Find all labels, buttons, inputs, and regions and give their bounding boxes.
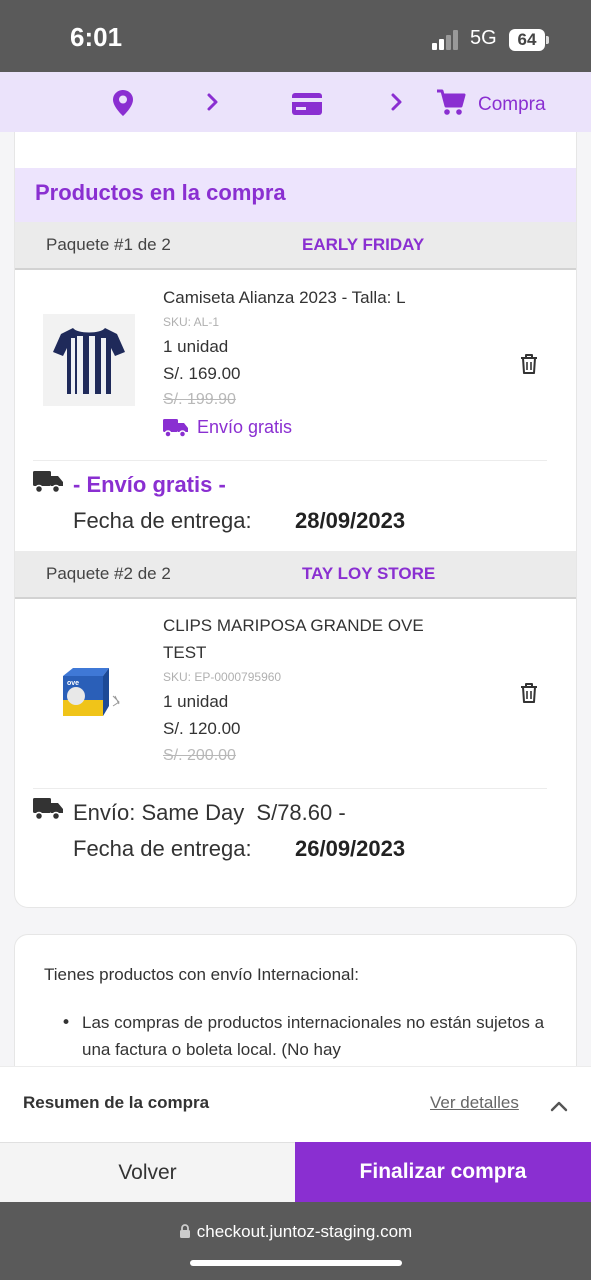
section-title: Productos en la compra: [35, 180, 286, 205]
chevron-right-icon: [390, 92, 404, 116]
status-time: 6:01: [70, 22, 123, 52]
product-price: S/. 169.00: [163, 364, 241, 383]
products-card: Productos en la compra Paquete #1 de 2 E…: [14, 132, 577, 908]
delivery-date-label: Fecha de entrega:: [73, 508, 252, 533]
truck-icon: [163, 419, 188, 438]
home-indicator: [190, 1260, 402, 1266]
finish-purchase-button[interactable]: Finalizar compra: [295, 1142, 591, 1202]
lock-icon: [179, 1224, 190, 1238]
product-name[interactable]: CLIPS MARIPOSA GRANDE OVE TEST: [163, 612, 463, 666]
package-store: TAY LOY STORE: [302, 564, 436, 583]
chevron-up-icon[interactable]: [550, 1097, 568, 1116]
bullet-dot: •: [61, 1013, 72, 1033]
signal-icon: [432, 30, 462, 50]
delivery-date: 28/09/2023: [295, 508, 406, 533]
package-store: EARLY FRIDAY: [302, 235, 425, 254]
product-sku: SKU: AL-1: [163, 315, 220, 329]
free-shipping-badge: Envío gratis: [163, 417, 292, 438]
delete-icon[interactable]: [519, 682, 539, 708]
credit-card-icon[interactable]: [292, 93, 322, 119]
checkout-stepper: Compra: [0, 72, 591, 132]
back-button[interactable]: Volver: [0, 1142, 295, 1202]
delete-icon[interactable]: [519, 353, 539, 379]
product-old-price: S/. 200.00: [163, 747, 236, 764]
package-label: Paquete #1 de 2: [46, 235, 171, 254]
browser-address-bar: checkout.juntoz-staging.com: [0, 1202, 591, 1280]
shipping-method: Envío: Same Day S/78.60 -: [73, 800, 346, 825]
product-name[interactable]: Camiseta Alianza 2023 - Talla: L: [163, 284, 463, 311]
shipping-method: - Envío gratis -: [73, 472, 226, 497]
product-quantity: 1 unidad: [163, 692, 229, 711]
truck-icon: [33, 797, 63, 825]
product-price: S/. 120.00: [163, 719, 241, 738]
product-image[interactable]: [43, 314, 135, 406]
package-label: Paquete #2 de 2: [46, 564, 171, 583]
view-details-link[interactable]: Ver detalles: [430, 1093, 519, 1113]
product-sku: SKU: EP-0000795960: [163, 670, 282, 684]
international-note: Las compras de productos internacionales…: [82, 1013, 545, 1059]
purchase-summary-bar[interactable]: Resumen de la compra Ver detalles: [0, 1066, 591, 1142]
battery-tip: [546, 36, 549, 44]
url-field[interactable]: checkout.juntoz-staging.com: [0, 1222, 591, 1242]
product-old-price: S/. 199.90: [163, 391, 236, 408]
truck-icon: [33, 470, 63, 498]
international-title: Tienes productos con envío Internacional…: [44, 965, 360, 984]
status-bar: 6:01 5G 64: [0, 0, 591, 72]
free-shipping-label: Envío gratis: [197, 417, 293, 437]
delivery-date-label: Fecha de entrega:: [73, 836, 252, 861]
location-pin-icon[interactable]: [111, 89, 135, 121]
url-text: checkout.juntoz-staging.com: [196, 1222, 413, 1241]
cart-icon[interactable]: [436, 89, 466, 121]
package-header: Paquete #2 de 2 TAY LOY STORE: [15, 551, 576, 599]
svg-text:ove: ove: [67, 680, 79, 687]
divider: [33, 460, 547, 461]
product-image[interactable]: ove: [43, 646, 135, 738]
network-type: 5G: [470, 27, 497, 49]
products-section-header: Productos en la compra: [15, 168, 576, 222]
delivery-date: 26/09/2023: [295, 836, 406, 861]
package-header: Paquete #1 de 2 EARLY FRIDAY: [15, 222, 576, 270]
chevron-right-icon: [206, 92, 220, 116]
step-label-compra: Compra: [478, 94, 546, 115]
battery-icon: 64: [509, 29, 545, 51]
divider: [33, 788, 547, 789]
summary-label: Resumen de la compra: [23, 1093, 210, 1112]
product-quantity: 1 unidad: [163, 337, 229, 356]
